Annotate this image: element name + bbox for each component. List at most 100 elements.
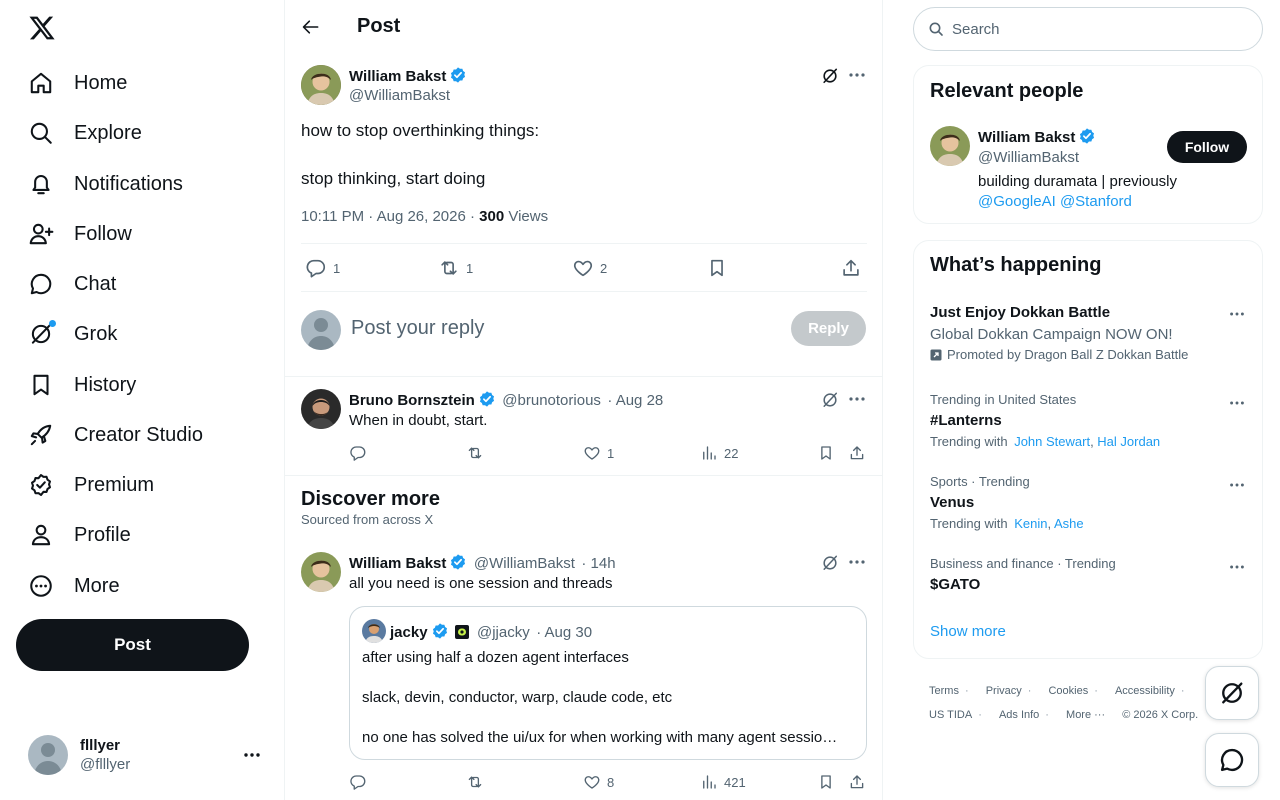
post-date[interactable]: · 14h xyxy=(581,555,615,572)
footer-link[interactable]: Cookies xyxy=(1048,685,1088,697)
sidebar-item-grok[interactable]: Grok xyxy=(24,312,117,356)
share-action[interactable] xyxy=(848,773,866,791)
reply-author-handle[interactable]: @brunotorious xyxy=(502,392,601,409)
more-icon[interactable] xyxy=(1228,558,1246,576)
post-timestamp[interactable]: 10:11 PM · Aug 26, 2026 · xyxy=(301,208,479,225)
more-icon[interactable] xyxy=(1228,476,1246,494)
trend-with: Trending with John Stewart, Hal Jordan xyxy=(930,434,1161,449)
footer-link[interactable]: Ads Info xyxy=(999,709,1039,721)
follow-button[interactable]: Follow xyxy=(1167,131,1247,163)
more-icon[interactable] xyxy=(847,552,867,572)
footer-link[interactable]: US TIDA xyxy=(929,709,972,721)
search-input[interactable]: Search xyxy=(913,7,1263,51)
sidebar-item-more[interactable]: More xyxy=(24,564,120,608)
bookmark-action[interactable] xyxy=(817,444,835,462)
author-avatar[interactable] xyxy=(301,65,341,105)
left-sidebar: Home Explore Notifications Follow Chat G… xyxy=(0,0,284,800)
reply-button[interactable]: Reply xyxy=(791,311,866,346)
sidebar-item-chat[interactable]: Chat xyxy=(24,262,116,306)
notification-dot xyxy=(49,320,56,327)
like-action[interactable]: 8 xyxy=(583,773,614,791)
repost-action[interactable] xyxy=(466,773,484,791)
more-icon[interactable] xyxy=(1228,394,1246,412)
person-name[interactable]: William Bakst xyxy=(978,129,1075,146)
author-name[interactable]: William Bakst xyxy=(349,555,446,572)
search-icon xyxy=(928,21,944,37)
x-logo-icon[interactable] xyxy=(28,14,56,42)
footer-link[interactable]: More ··· xyxy=(1066,709,1105,721)
views-count: 22 xyxy=(724,445,739,461)
share-action[interactable] xyxy=(840,257,862,279)
section-title: Discover more xyxy=(301,488,440,510)
footer-link[interactable]: Accessibility xyxy=(1115,685,1175,697)
sidebar-item-follow[interactable]: Follow xyxy=(24,212,132,256)
sidebar-item-creator-studio[interactable]: Creator Studio xyxy=(24,413,203,457)
trend-item[interactable]: Sports · Trending Venus Trending with Ke… xyxy=(930,474,1230,531)
sidebar-item-notifications[interactable]: Notifications xyxy=(24,162,183,206)
quoted-post[interactable]: jacky @jjacky · Aug 30 after using half … xyxy=(349,606,867,760)
views-action[interactable]: 421 xyxy=(700,773,746,791)
trend-item[interactable]: Trending in United States #Lanterns Tren… xyxy=(930,392,1230,449)
trend-with-link[interactable]: Ashe xyxy=(1054,516,1084,531)
author-handle[interactable]: @WilliamBakst xyxy=(349,87,467,104)
reply-author-name[interactable]: Bruno Bornsztein xyxy=(349,392,475,409)
repost-action[interactable]: 1 xyxy=(438,257,473,279)
more-icon[interactable] xyxy=(242,745,262,765)
reply-action[interactable] xyxy=(349,773,367,791)
author-handle[interactable]: @WilliamBakst xyxy=(474,555,575,572)
bookmark-action[interactable] xyxy=(706,257,728,279)
reply-action[interactable]: 1 xyxy=(305,257,340,279)
more-icon[interactable] xyxy=(847,65,867,85)
trend-with-link[interactable]: Hal Jordan xyxy=(1097,434,1160,449)
sidebar-item-profile[interactable]: Profile xyxy=(24,513,131,557)
person-handle[interactable]: @WilliamBakst xyxy=(978,149,1096,166)
footer-link[interactable]: Privacy xyxy=(986,685,1022,697)
sidebar-item-label: Notifications xyxy=(74,172,183,195)
section-subtitle: Sourced from across X xyxy=(301,512,434,527)
bookmark-action[interactable] xyxy=(817,773,835,791)
grok-icon[interactable] xyxy=(820,390,840,410)
like-action[interactable]: 2 xyxy=(572,257,607,279)
grok-icon[interactable] xyxy=(820,553,840,573)
share-icon xyxy=(850,446,864,460)
sidebar-item-home[interactable]: Home xyxy=(24,61,127,105)
sidebar-item-premium[interactable]: Premium xyxy=(24,463,154,507)
person-avatar[interactable] xyxy=(930,126,970,166)
person-icon xyxy=(24,518,58,552)
reply-action[interactable] xyxy=(349,444,367,462)
views-action[interactable]: 22 xyxy=(700,444,738,462)
promoted-trend[interactable]: Just Enjoy Dokkan Battle Global Dokkan C… xyxy=(930,304,1230,362)
repost-action[interactable] xyxy=(466,444,484,462)
back-arrow-icon[interactable] xyxy=(301,17,321,37)
verified-badge-icon xyxy=(478,390,496,408)
author-avatar[interactable] xyxy=(301,552,341,592)
repost-icon xyxy=(441,261,457,275)
footer-link[interactable]: Terms xyxy=(929,685,959,697)
reply-author-avatar[interactable] xyxy=(301,389,341,429)
verified-badge-icon xyxy=(449,553,467,571)
sidebar-item-history[interactable]: History xyxy=(24,363,136,407)
bio-mention-link[interactable]: @GoogleAI xyxy=(978,193,1056,210)
chat-floating-button[interactable] xyxy=(1205,733,1259,787)
trend-with-link[interactable]: Kenin xyxy=(1014,516,1047,531)
trend-item[interactable]: Business and finance · Trending $GATO xyxy=(930,556,1230,593)
account-switcher[interactable]: flllyer @flllyer xyxy=(16,727,276,783)
show-more-link[interactable]: Show more xyxy=(930,623,1006,640)
sidebar-item-explore[interactable]: Explore xyxy=(24,111,142,155)
grok-floating-button[interactable] xyxy=(1205,666,1259,720)
grok-icon[interactable] xyxy=(820,66,840,86)
reply-date[interactable]: · Aug 28 xyxy=(607,392,663,409)
more-icon[interactable] xyxy=(847,389,867,409)
reply-input[interactable]: Post your reply xyxy=(351,317,484,340)
author-name[interactable]: William Bakst xyxy=(349,68,446,85)
bio-mention-link[interactable]: @Stanford xyxy=(1060,193,1132,210)
trend-with-link[interactable]: John Stewart xyxy=(1014,434,1090,449)
like-action[interactable]: 1 xyxy=(583,444,614,462)
trend-name: #Lanterns xyxy=(930,412,1002,429)
post-button[interactable]: Post xyxy=(16,619,249,671)
share-action[interactable] xyxy=(848,444,866,462)
divider xyxy=(301,243,867,244)
sidebar-item-label: Premium xyxy=(74,473,155,496)
more-icon[interactable] xyxy=(1228,305,1246,323)
post-author-line: William Bakst @WilliamBakst · 14h xyxy=(349,553,616,573)
